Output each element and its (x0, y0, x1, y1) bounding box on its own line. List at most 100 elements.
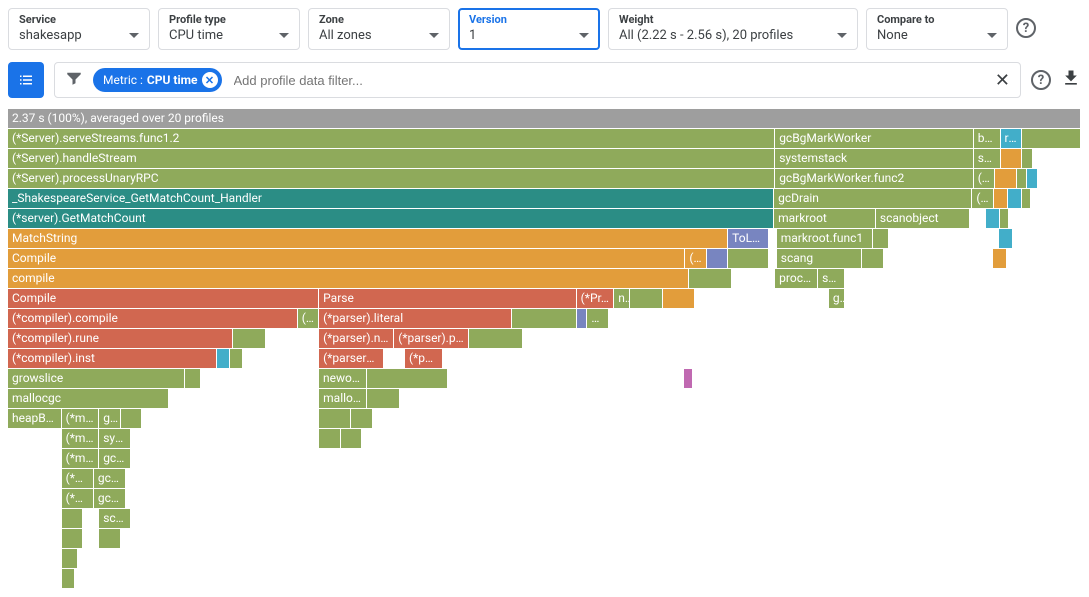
flame-cell[interactable]: gc… (99, 408, 120, 428)
flame-cell[interactable]: sc… (99, 508, 131, 528)
flame-cell[interactable]: Compile (8, 248, 685, 268)
flame-cell[interactable]: (*compiler).rune (8, 328, 233, 348)
download-icon[interactable] (1061, 68, 1081, 92)
flame-cell[interactable] (367, 368, 447, 388)
flame-cell[interactable]: scanobject (876, 208, 970, 228)
flame-cell[interactable]: newobj… (319, 368, 367, 388)
flame-cell[interactable] (995, 168, 1016, 188)
flame-cell[interactable]: (*compiler).compile (8, 308, 298, 328)
flame-cell[interactable]: (*… (62, 468, 94, 488)
flame-cell[interactable] (1001, 148, 1022, 168)
flame-cell[interactable]: sc… (818, 268, 845, 288)
clear-icon[interactable]: ✕ (995, 70, 1010, 91)
filter-profile-type[interactable]: Profile type CPU time (158, 8, 300, 50)
flame-cell[interactable]: ToLo… (728, 228, 769, 248)
flame-cell[interactable] (689, 268, 732, 288)
flame-cell[interactable] (367, 388, 399, 408)
flame-cell[interactable] (62, 568, 75, 588)
flame-cell[interactable]: Compile (8, 288, 319, 308)
flame-cell[interactable] (994, 188, 1008, 208)
flame-cell[interactable]: g… (829, 288, 845, 308)
flame-cell[interactable] (512, 308, 576, 328)
flame-cell[interactable]: (*compiler).inst (8, 348, 217, 368)
flame-cell[interactable] (351, 408, 372, 428)
flame-cell[interactable]: n… (614, 288, 630, 308)
flame-cell[interactable] (217, 348, 230, 368)
flame-cell[interactable]: 2.37 s (100%), averaged over 20 profiles (8, 108, 1081, 128)
flame-cell[interactable]: mallocgc (8, 388, 169, 408)
flame-cell[interactable]: (*… (974, 168, 995, 188)
flame-cell[interactable] (62, 508, 83, 528)
flame-cell[interactable]: compile (8, 268, 689, 288)
search-input[interactable] (232, 72, 985, 89)
flame-cell[interactable] (62, 548, 78, 568)
filter-icon[interactable] (65, 69, 83, 91)
flame-cell[interactable]: growslice (8, 368, 185, 388)
filter-version[interactable]: Version 1 (458, 8, 600, 50)
flame-cell[interactable]: gcDrain (774, 188, 972, 208)
chip-remove-icon[interactable]: ✕ (202, 72, 218, 88)
flame-cell[interactable]: heapB… (8, 408, 62, 428)
flame-cell[interactable]: systemstack (775, 148, 974, 168)
flame-cell[interactable] (993, 248, 1007, 268)
flame-cell[interactable]: (*Server).serveStreams.func1.2 (8, 128, 775, 148)
flame-cell[interactable]: (*parser).literal (319, 308, 512, 328)
flame-cell[interactable] (99, 528, 120, 548)
flame-cell[interactable] (121, 408, 142, 428)
flame-cell[interactable] (986, 208, 1000, 228)
flame-cell[interactable]: (*Server).handleStream (8, 148, 775, 168)
help-icon[interactable]: ? (1016, 18, 1036, 38)
flame-cell[interactable]: scang (777, 248, 862, 268)
list-view-button[interactable] (8, 62, 44, 98)
flame-cell[interactable] (469, 328, 523, 348)
flame-cell[interactable]: (*mc… (62, 408, 100, 428)
flame-cell[interactable]: gcBgMarkWorker.func2 (775, 168, 974, 188)
flame-cell[interactable] (1027, 168, 1038, 188)
help-icon[interactable]: ? (1031, 70, 1051, 90)
flame-cell[interactable]: (*Pr… (577, 288, 615, 308)
flame-cell[interactable] (185, 368, 201, 388)
flame-cell[interactable]: _ShakespeareService_GetMatchCount_Handle… (8, 188, 774, 208)
flame-cell[interactable]: re… (1001, 128, 1022, 148)
flame-cell[interactable] (873, 228, 889, 248)
flame-cell[interactable] (862, 248, 883, 268)
flame-cell[interactable]: (*m… (62, 428, 100, 448)
filter-service[interactable]: Service shakesapp (8, 8, 150, 50)
flame-cell[interactable] (230, 348, 243, 368)
flame-cell[interactable]: (*… (62, 488, 94, 508)
flamegraph[interactable]: 2.37 s (100%), averaged over 20 profiles… (8, 108, 1081, 588)
flame-cell[interactable]: (*parser).pu… (394, 328, 469, 348)
flame-cell[interactable]: (*co… (298, 308, 319, 328)
flame-cell[interactable]: markroot.func1 (777, 228, 873, 248)
flame-cell[interactable]: MatchString (8, 228, 728, 248)
flame-cell[interactable]: sw… (974, 148, 1001, 168)
flame-cell[interactable] (1022, 128, 1081, 148)
flame-cell[interactable]: … (587, 308, 608, 328)
flame-cell[interactable] (663, 288, 695, 308)
flame-cell[interactable] (319, 408, 351, 428)
flame-cell[interactable]: (*server).GetMatchCount (8, 208, 774, 228)
flame-cell[interactable] (1017, 168, 1028, 188)
flame-cell[interactable]: (*parser)…. (319, 348, 383, 368)
flame-cell[interactable]: (*m… (62, 448, 100, 468)
filter-chip-metric[interactable]: Metric : CPU time ✕ (93, 68, 222, 92)
flame-cell[interactable]: markroot (774, 208, 876, 228)
flame-cell[interactable]: (*parser).ne… (319, 328, 394, 348)
flame-cell[interactable] (233, 328, 265, 348)
flame-cell[interactable] (728, 248, 769, 268)
flame-cell[interactable]: bg… (974, 128, 1001, 148)
flame-cell[interactable]: (*Server).processUnaryRPC (8, 168, 775, 188)
flame-cell[interactable]: malloc… (319, 388, 367, 408)
flame-cell[interactable] (1022, 148, 1033, 168)
flame-cell[interactable] (1008, 188, 1022, 208)
flame-cell[interactable]: gcBgMarkWorker (775, 128, 974, 148)
flame-cell[interactable] (1000, 208, 1009, 228)
flame-cell[interactable]: sys… (99, 428, 131, 448)
flame-cell[interactable]: (*par… (405, 348, 443, 368)
flame-cell[interactable] (1022, 188, 1031, 208)
flame-cell[interactable] (319, 428, 340, 448)
flame-cell[interactable]: procyi… (775, 268, 818, 288)
filter-weight[interactable]: Weight All (2.22 s - 2.56 s), 20 profile… (608, 8, 858, 50)
flame-cell[interactable] (62, 528, 83, 548)
filter-zone[interactable]: Zone All zones (308, 8, 450, 50)
